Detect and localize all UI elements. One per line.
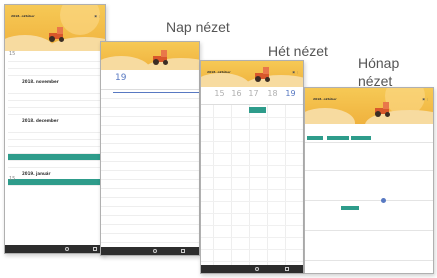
week-day-number-today[interactable]: 19	[282, 89, 299, 98]
recents-button-icon[interactable]	[93, 247, 97, 251]
list-item[interactable]	[8, 69, 102, 76]
day-view-screenshot: 19	[100, 41, 200, 256]
month-event[interactable]	[351, 136, 371, 140]
caption-day-view: Nap nézet	[166, 19, 230, 35]
list-item[interactable]	[8, 62, 102, 69]
caption-month-view-line1: Hónap	[358, 55, 400, 71]
toolbar-icons[interactable]: ▣ ⋮	[422, 97, 429, 101]
list-item[interactable]	[8, 126, 102, 133]
list-item[interactable]	[8, 87, 102, 94]
agenda-month-heading: 2019. január	[22, 171, 51, 176]
month-view-screenshot: 2018. október ▣ ⋮	[304, 87, 434, 274]
agenda-month-heading: 2018. december	[22, 118, 59, 123]
calendar-banner: 2018. október ▣ ⋮	[5, 5, 105, 51]
calendar-banner: 2018. október ▣ ⋮	[201, 61, 303, 87]
week-day-number[interactable]: 17	[245, 89, 262, 98]
android-nav-bar	[5, 245, 105, 253]
highlighted-list-item[interactable]	[8, 179, 102, 186]
week-day-number[interactable]: 18	[264, 89, 281, 98]
highlighted-list-item[interactable]	[8, 154, 102, 161]
hill-decoration	[141, 58, 199, 70]
list-item[interactable]	[8, 94, 102, 101]
today-marker[interactable]	[381, 198, 386, 203]
agenda-view-screenshot: 2018. október ▣ ⋮ 15 2018. november 2018…	[4, 4, 106, 254]
toolbar-icons[interactable]: ▣ ⋮	[94, 14, 101, 18]
month-event[interactable]	[307, 136, 323, 140]
toolbar-icons[interactable]: ▣ ⋮	[292, 70, 299, 74]
list-item[interactable]	[8, 133, 102, 140]
week-header: 15 16 17 18 19	[201, 87, 303, 105]
hill-decoration	[305, 108, 355, 124]
home-button-icon[interactable]	[153, 249, 157, 253]
month-event[interactable]	[341, 206, 359, 210]
recents-button-icon[interactable]	[285, 267, 289, 271]
hill-decoration	[241, 75, 303, 87]
list-item[interactable]	[8, 161, 102, 168]
hour-grid	[101, 90, 199, 252]
list-item[interactable]	[8, 140, 102, 147]
home-button-icon[interactable]	[65, 247, 69, 251]
month-grid	[305, 132, 433, 273]
month-label[interactable]: 2018. október	[11, 14, 35, 18]
agenda-list: 2018. november 2018. december 2019. janu…	[8, 55, 102, 186]
agenda-month-heading: 2018. november	[22, 79, 59, 84]
list-item[interactable]	[8, 108, 102, 115]
week-view-screenshot: 2018. október ▣ ⋮ 15 16 17 18 19	[200, 60, 304, 274]
home-button-icon[interactable]	[255, 267, 259, 271]
month-label[interactable]: 2018. október	[313, 97, 337, 101]
week-day-number[interactable]: 15	[211, 89, 228, 98]
day-header: 19	[101, 70, 199, 90]
month-label[interactable]: 2018. október	[207, 70, 231, 74]
day-number[interactable]: 19	[115, 73, 126, 83]
list-item[interactable]	[8, 147, 102, 154]
calendar-banner: 2018. október ▣ ⋮	[305, 88, 433, 124]
android-nav-bar	[101, 247, 199, 255]
sun-decoration	[60, 5, 100, 35]
current-time-line	[113, 92, 199, 93]
week-grid	[201, 105, 303, 265]
list-item[interactable]	[8, 55, 102, 62]
caption-week-view: Hét nézet	[268, 43, 328, 59]
month-event[interactable]	[327, 136, 349, 140]
android-nav-bar	[201, 265, 303, 273]
composite-stage: Nap nézet Hét nézet Hónap nézet 2018. ok…	[0, 0, 437, 278]
week-day-number[interactable]: 16	[228, 89, 245, 98]
week-event[interactable]	[249, 107, 266, 113]
calendar-banner	[101, 42, 199, 70]
list-item[interactable]	[8, 101, 102, 108]
day-number: 15	[9, 176, 16, 182]
recents-button-icon[interactable]	[181, 249, 185, 253]
